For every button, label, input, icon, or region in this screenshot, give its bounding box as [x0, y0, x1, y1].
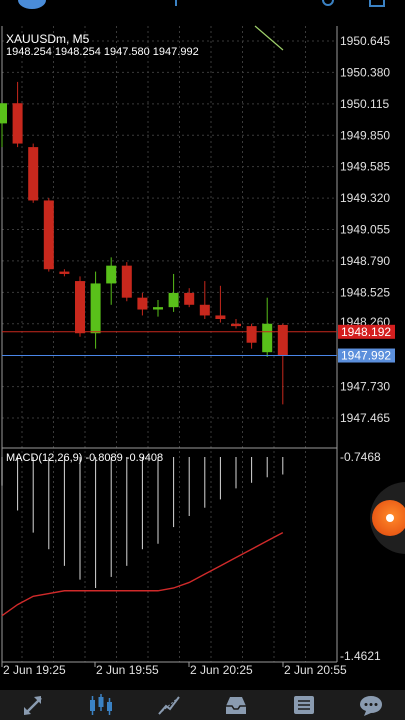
nav-chart[interactable] — [81, 691, 121, 719]
candlestick-chart-icon — [90, 694, 113, 715]
price-axis-label: 1949.320 — [340, 191, 390, 205]
price-axis-label: 1950.380 — [340, 65, 390, 79]
candle-body — [168, 292, 179, 308]
candle-body — [28, 147, 39, 201]
price-axis-label: 1949.850 — [340, 128, 390, 142]
price-chart[interactable]: 1950.645 1950.380 1950.115 1949.850 1949.585… — [0, 0, 405, 690]
time-axis-label: 2 Jun 19:55 — [96, 663, 159, 677]
price-axis-label: 1947.465 — [340, 411, 390, 425]
nav-trade[interactable] — [149, 691, 189, 719]
trade-chart-icon — [157, 696, 180, 715]
inbox-tray-icon — [226, 697, 247, 714]
candle-body — [121, 265, 132, 298]
nav-history[interactable] — [216, 691, 256, 719]
price-axis-label: 1949.585 — [340, 160, 390, 174]
trendline — [254, 25, 284, 51]
time-axis-label: 2 Jun 20:25 — [190, 663, 253, 677]
ask-price-tag-label: 1947.992 — [341, 349, 391, 363]
time-axis-label: 2 Jun 19:25 — [3, 663, 66, 677]
price-axis-label: 1950.115 — [340, 97, 389, 111]
chat-bubble-icon — [360, 696, 383, 716]
news-icon — [293, 696, 314, 714]
nav-quotes[interactable] — [14, 691, 54, 719]
time-axis-label: 2 Jun 20:55 — [284, 663, 347, 677]
candle-body — [184, 292, 195, 305]
chart-canvas[interactable]: 1950.645 1950.380 1950.115 1949.850 1949.585… — [0, 0, 405, 690]
macd-label: MACD(12,26,9) -0.8089 -0.9408 — [6, 452, 164, 464]
ohlc-label: 1948.254 1948.254 1947.580 1947.992 — [6, 46, 199, 58]
candle-body — [199, 304, 210, 316]
macd-axis-top-label: -0.7468 — [340, 450, 381, 464]
candle-body — [262, 323, 273, 353]
candle-body — [277, 324, 288, 356]
price-axis-label: 1950.645 — [340, 34, 390, 48]
price-axis-label: 1949.055 — [340, 223, 390, 237]
one-click-trade-dot — [386, 514, 394, 522]
quotes-arrows-icon — [23, 696, 42, 715]
candle-body — [246, 326, 257, 343]
nav-news[interactable] — [284, 691, 324, 719]
candle-body — [0, 103, 7, 124]
candle-body — [12, 103, 23, 144]
bottom-navigation — [0, 690, 405, 720]
price-axis-label: 1948.525 — [340, 285, 390, 299]
candle-body — [106, 265, 117, 284]
macd-axis-bottom-label: -1.4621 — [340, 649, 381, 663]
price-axis-label: 1947.730 — [340, 380, 390, 394]
candle-body — [43, 200, 54, 270]
symbol-label: XAUUSDm, M5 — [6, 32, 90, 46]
candle-body — [231, 323, 241, 327]
candle-body — [153, 307, 163, 310]
price-axis-label: 1948.790 — [340, 254, 390, 268]
candle-body — [137, 297, 148, 310]
candle-body — [75, 281, 85, 334]
bid-price-tag-label: 1948.192 — [341, 325, 391, 339]
candle-body — [90, 283, 101, 334]
nav-chat[interactable] — [351, 691, 391, 719]
candle-body — [59, 271, 70, 274]
candle-body — [215, 315, 226, 320]
